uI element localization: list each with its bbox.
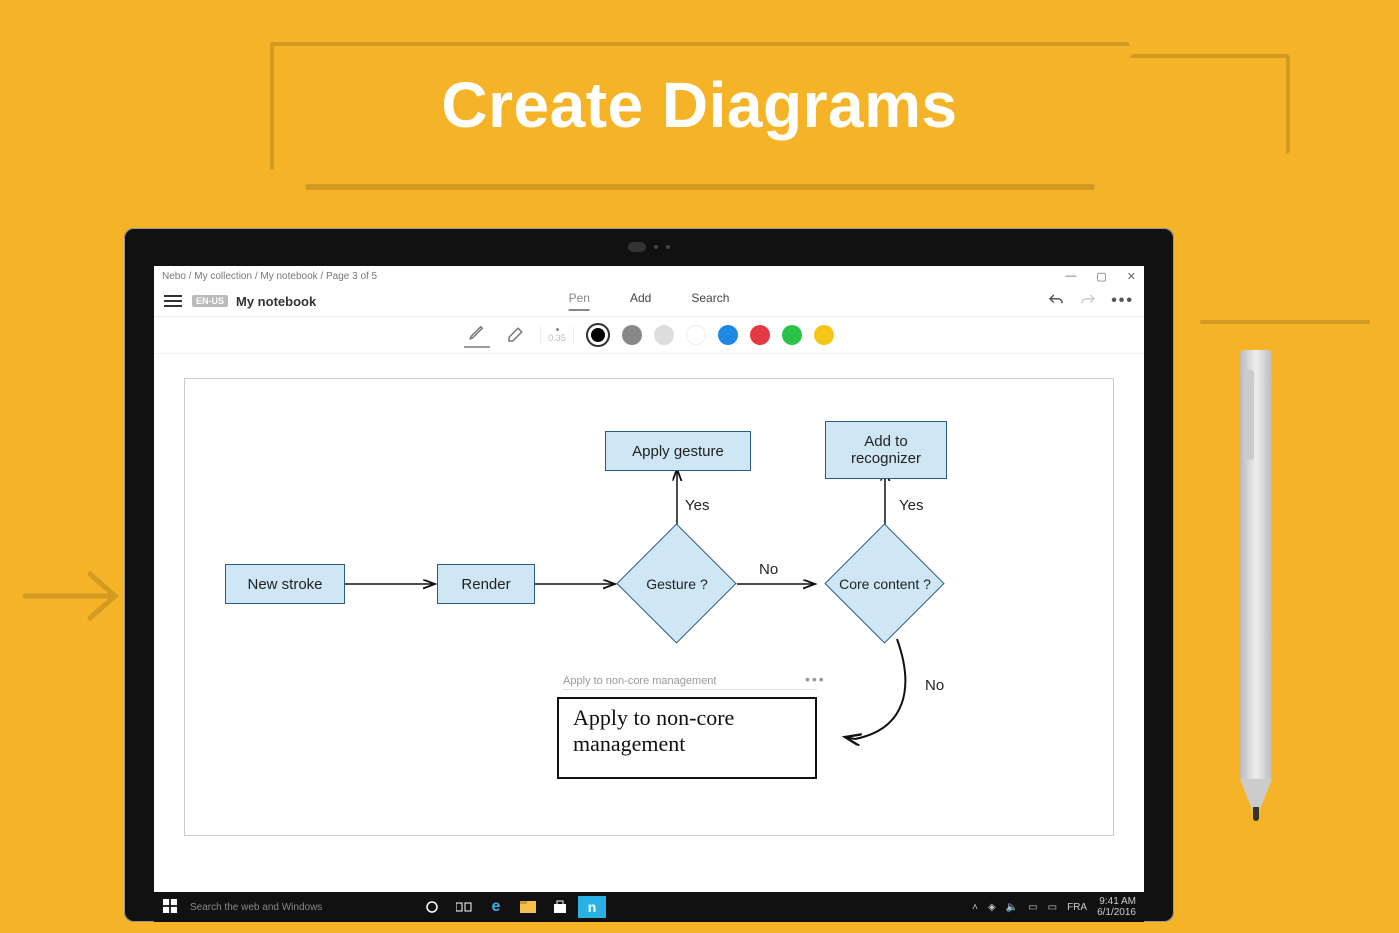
file-explorer-icon[interactable] (514, 896, 542, 918)
store-app-icon[interactable] (546, 896, 574, 918)
flow-node-apply-gesture[interactable]: Apply gesture (605, 431, 751, 471)
notebook-title: My notebook (236, 294, 316, 309)
tray-volume-icon[interactable]: 🔈 (1006, 902, 1018, 913)
color-swatch-red[interactable] (750, 325, 770, 345)
start-button-icon[interactable] (154, 899, 186, 916)
tray-battery-icon[interactable]: ▭ (1048, 902, 1057, 913)
task-view-icon[interactable] (450, 896, 478, 918)
pencil-tool-icon[interactable] (464, 322, 490, 348)
edge-label-yes: Yes (899, 497, 923, 514)
tray-chevron-icon[interactable]: ˄ (972, 902, 978, 913)
recognized-text-preview[interactable]: Apply to non-core management (563, 675, 716, 687)
color-swatch-yellow[interactable] (814, 325, 834, 345)
bg-arrow-sketch (20, 556, 130, 636)
pen-size-selector[interactable]: 0.35 (540, 326, 574, 345)
handwriting-text: Apply to non-core management (573, 705, 734, 758)
tab-search[interactable]: Search (691, 291, 729, 311)
edge-label-no: No (759, 561, 778, 578)
flow-decision-core[interactable]: Core content ? (825, 524, 945, 644)
cortana-icon[interactable] (418, 896, 446, 918)
recognized-text-underline (563, 689, 817, 690)
drawing-canvas[interactable]: New stroke Render Gesture ? Core content… (184, 378, 1114, 836)
tray-network-icon[interactable]: ◈ (988, 902, 996, 913)
stylus-illustration (1240, 350, 1272, 850)
tray-date: 6/1/2016 (1097, 907, 1136, 918)
flow-decision-gesture[interactable]: Gesture ? (617, 524, 737, 644)
flow-node-add-recognizer[interactable]: Add to recognizer (825, 421, 947, 479)
window-minimize-button[interactable]: — (1065, 270, 1076, 283)
color-swatch-gray[interactable] (622, 325, 642, 345)
tab-add[interactable]: Add (630, 291, 651, 311)
eraser-tool-icon[interactable] (502, 322, 528, 348)
more-menu-icon[interactable]: ••• (1111, 292, 1134, 310)
tray-clock[interactable]: 9:41 AM 6/1/2016 (1097, 896, 1136, 918)
nebo-app-icon[interactable]: n (578, 896, 606, 918)
flow-node-new-stroke[interactable]: New stroke (225, 564, 345, 604)
color-swatch-green[interactable] (782, 325, 802, 345)
app-header: EN-US My notebook Pen Add Search ••• (154, 286, 1144, 316)
recognized-text-more-icon[interactable]: ••• (805, 671, 826, 687)
tray-language[interactable]: FRA (1067, 902, 1087, 913)
header-tabs: Pen Add Search (569, 291, 730, 311)
pen-size-value: 0.35 (548, 333, 566, 343)
undo-icon[interactable] (1047, 292, 1065, 310)
tray-messages-icon[interactable]: ▭ (1028, 902, 1037, 913)
redo-icon[interactable] (1079, 292, 1097, 310)
color-swatch-white[interactable] (686, 325, 706, 345)
taskbar-search[interactable]: Search the web and Windows (190, 902, 410, 913)
edge-label-yes: Yes (685, 497, 709, 514)
window-close-button[interactable]: ✕ (1127, 270, 1136, 283)
breadcrumb[interactable]: Nebo / My collection / My notebook / Pag… (162, 271, 377, 282)
bg-sketch (1200, 320, 1370, 324)
color-swatch-blue[interactable] (718, 325, 738, 345)
color-swatch-lightgray[interactable] (654, 325, 674, 345)
edge-label-no: No (925, 677, 944, 694)
language-badge[interactable]: EN-US (192, 295, 228, 307)
tray-time: 9:41 AM (1097, 896, 1136, 907)
color-swatch-black[interactable] (586, 323, 610, 347)
hero-title: Create Diagrams (0, 68, 1399, 142)
hero-underline (305, 184, 1095, 190)
tablet-frame: Nebo / My collection / My notebook / Pag… (124, 228, 1174, 922)
tab-pen[interactable]: Pen (569, 291, 590, 311)
pen-toolbar: 0.35 (154, 316, 1144, 354)
edge-app-icon[interactable]: e (482, 896, 510, 918)
tablet-camera (619, 242, 679, 252)
menu-icon[interactable] (164, 295, 182, 307)
app-screen: Nebo / My collection / My notebook / Pag… (154, 266, 1144, 922)
windows-taskbar: Search the web and Windows e n ˄ ◈ 🔈 ▭ ▭… (154, 892, 1144, 922)
window-titlebar: Nebo / My collection / My notebook / Pag… (154, 266, 1144, 286)
flow-node-render[interactable]: Render (437, 564, 535, 604)
window-maximize-button[interactable]: ▢ (1096, 270, 1106, 283)
